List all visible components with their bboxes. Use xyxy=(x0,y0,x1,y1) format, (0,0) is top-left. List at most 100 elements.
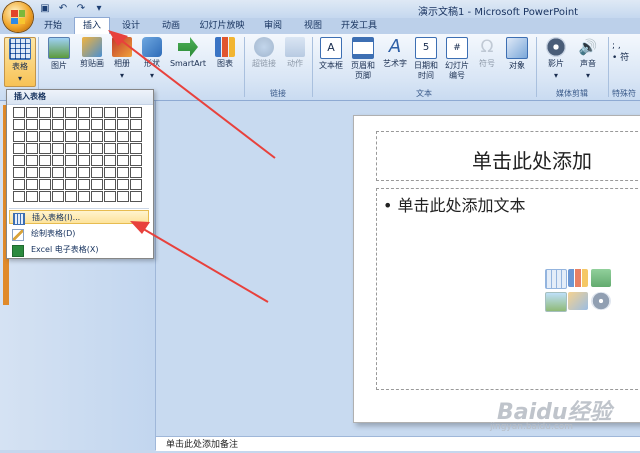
slide-canvas[interactable]: 单击此处添加 • 单击此处添加文本 xyxy=(353,115,640,423)
table-grid-cell[interactable] xyxy=(65,107,77,118)
title-placeholder[interactable]: 单击此处添加 xyxy=(376,131,640,181)
table-grid-cell[interactable] xyxy=(78,119,90,130)
table-grid-cell[interactable] xyxy=(117,191,129,202)
table-grid-cell[interactable] xyxy=(130,191,142,202)
content-placeholder[interactable]: • 单击此处添加文本 xyxy=(376,188,640,390)
shapes-button[interactable]: 形状 ▾ xyxy=(138,37,166,81)
hyperlink-button[interactable]: 超链接 xyxy=(248,37,280,69)
tab-slideshow[interactable]: 幻灯片放映 xyxy=(194,18,250,34)
excel-spreadsheet-menu-item[interactable]: Excel 电子表格(X) xyxy=(9,243,149,257)
table-grid-cell[interactable] xyxy=(13,107,25,118)
table-grid-cell[interactable] xyxy=(130,155,142,166)
table-grid-cell[interactable] xyxy=(91,167,103,178)
draw-table-menu-item[interactable]: 绘制表格(D) xyxy=(9,227,149,241)
symbol-button[interactable]: Ω 符号 xyxy=(474,37,500,69)
table-grid-cell[interactable] xyxy=(117,131,129,142)
table-grid-cell[interactable] xyxy=(117,167,129,178)
table-grid-cell[interactable] xyxy=(104,143,116,154)
table-grid-cell[interactable] xyxy=(91,143,103,154)
sound-button[interactable]: 🔊 声音 ▾ xyxy=(574,37,602,81)
table-grid-cell[interactable] xyxy=(65,119,77,130)
table-grid-cell[interactable] xyxy=(52,107,64,118)
table-grid-cell[interactable] xyxy=(26,179,38,190)
table-grid-cell[interactable] xyxy=(78,143,90,154)
save-icon[interactable]: ▣ xyxy=(38,2,52,15)
notes-pane[interactable]: 单击此处添加备注 xyxy=(156,436,640,451)
table-grid-cell[interactable] xyxy=(91,191,103,202)
table-grid-cell[interactable] xyxy=(65,179,77,190)
table-grid-cell[interactable] xyxy=(13,131,25,142)
table-grid-cell[interactable] xyxy=(52,191,64,202)
movie-button[interactable]: 影片 ▾ xyxy=(542,37,570,81)
table-grid-cell[interactable] xyxy=(91,179,103,190)
table-grid-cell[interactable] xyxy=(104,131,116,142)
chart-button[interactable]: 图表 xyxy=(212,37,238,69)
picture-button[interactable]: 图片 xyxy=(44,37,74,71)
table-grid-cell[interactable] xyxy=(39,119,51,130)
table-grid-cell[interactable] xyxy=(13,167,25,178)
table-grid-cell[interactable] xyxy=(65,167,77,178)
object-button[interactable]: 对象 xyxy=(504,37,530,71)
tab-developer[interactable]: 开发工具 xyxy=(336,18,382,34)
insert-table-menu-item[interactable]: 插入表格(I)... xyxy=(9,210,149,225)
customize-qat-icon[interactable]: ▾ xyxy=(92,2,106,15)
table-grid-cell[interactable] xyxy=(65,143,77,154)
datetime-button[interactable]: 5 日期和 时间 xyxy=(412,37,440,81)
table-grid-cell[interactable] xyxy=(39,167,51,178)
table-grid-cell[interactable] xyxy=(91,107,103,118)
table-grid-cell[interactable] xyxy=(65,191,77,202)
action-button[interactable]: 动作 xyxy=(282,37,308,69)
smartart-button[interactable]: SmartArt xyxy=(168,37,208,69)
table-grid-cell[interactable] xyxy=(26,191,38,202)
table-grid-cell[interactable] xyxy=(52,179,64,190)
table-grid-cell[interactable] xyxy=(13,191,25,202)
table-grid-cell[interactable] xyxy=(52,143,64,154)
table-grid-cell[interactable] xyxy=(130,107,142,118)
tab-insert[interactable]: 插入 xyxy=(74,17,110,34)
table-grid-cell[interactable] xyxy=(26,131,38,142)
table-grid-cell[interactable] xyxy=(117,143,129,154)
table-grid-cell[interactable] xyxy=(52,131,64,142)
table-grid-cell[interactable] xyxy=(26,167,38,178)
table-grid-cell[interactable] xyxy=(39,191,51,202)
wordart-button[interactable]: A 艺术字 xyxy=(380,37,410,69)
table-grid-cell[interactable] xyxy=(13,155,25,166)
table-grid-cell[interactable] xyxy=(130,119,142,130)
insert-clipart-icon[interactable] xyxy=(568,292,588,310)
insert-picture-icon[interactable] xyxy=(545,292,567,312)
table-grid-cell[interactable] xyxy=(104,155,116,166)
table-grid-cell[interactable] xyxy=(117,107,129,118)
table-grid-cell[interactable] xyxy=(52,119,64,130)
insert-media-icon[interactable] xyxy=(591,292,611,310)
table-grid-cell[interactable] xyxy=(117,155,129,166)
table-grid-cell[interactable] xyxy=(130,179,142,190)
table-grid-cell[interactable] xyxy=(104,107,116,118)
table-grid-cell[interactable] xyxy=(65,131,77,142)
table-grid-cell[interactable] xyxy=(117,179,129,190)
table-grid-cell[interactable] xyxy=(52,155,64,166)
table-grid-cell[interactable] xyxy=(91,131,103,142)
undo-icon[interactable]: ↶ xyxy=(56,2,70,15)
table-grid-cell[interactable] xyxy=(91,119,103,130)
office-button[interactable] xyxy=(3,2,33,32)
tab-view[interactable]: 视图 xyxy=(296,18,330,34)
table-grid-cell[interactable] xyxy=(65,155,77,166)
table-grid-cell[interactable] xyxy=(13,179,25,190)
tab-animation[interactable]: 动画 xyxy=(154,18,188,34)
table-grid-cell[interactable] xyxy=(26,155,38,166)
table-grid-cell[interactable] xyxy=(104,179,116,190)
table-grid-cell[interactable] xyxy=(91,155,103,166)
table-grid-cell[interactable] xyxy=(78,167,90,178)
table-grid-cell[interactable] xyxy=(26,143,38,154)
table-grid-cell[interactable] xyxy=(26,107,38,118)
table-grid-cell[interactable] xyxy=(130,143,142,154)
special-symbols-button[interactable]: ; , • 符 xyxy=(612,40,640,64)
insert-table-icon[interactable] xyxy=(545,269,567,289)
slide-number-button[interactable]: # 幻灯片 编号 xyxy=(442,37,472,81)
table-grid-cell[interactable] xyxy=(104,119,116,130)
clipart-button[interactable]: 剪贴画 xyxy=(76,37,108,69)
table-grid-cell[interactable] xyxy=(39,155,51,166)
tab-home[interactable]: 开始 xyxy=(36,18,70,34)
table-grid-cell[interactable] xyxy=(104,167,116,178)
table-grid-cell[interactable] xyxy=(39,179,51,190)
